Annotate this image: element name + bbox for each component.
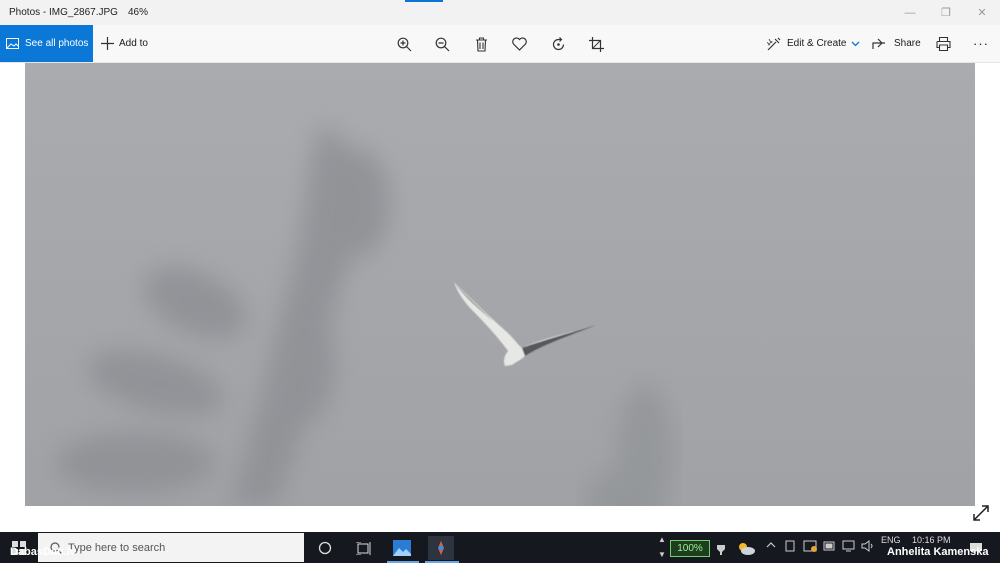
zoom-out-icon — [435, 37, 449, 51]
cortana-button[interactable] — [312, 536, 338, 560]
title-focus-indicator — [405, 0, 443, 2]
browser-app-icon — [438, 541, 444, 555]
taskbar-browser-app[interactable] — [428, 536, 454, 560]
favorite-button[interactable] — [509, 34, 529, 54]
share-label: Share — [894, 38, 921, 49]
tray-power-plug[interactable] — [708, 536, 734, 560]
minimize-button[interactable]: — — [892, 0, 928, 25]
language-indicator[interactable]: ENG — [881, 535, 901, 545]
rotate-icon — [552, 36, 564, 50]
close-button[interactable]: ✕ — [964, 0, 1000, 25]
print-button[interactable] — [933, 34, 953, 54]
zoom-out-button[interactable] — [432, 34, 452, 54]
photos-app-icon — [393, 540, 411, 556]
search-placeholder: Type here to search — [68, 541, 166, 554]
photos-icon — [6, 38, 19, 49]
chevron-up-icon — [766, 542, 776, 548]
network-icon — [842, 540, 855, 552]
more-options-button[interactable]: ··· — [973, 25, 989, 62]
chevron-down-icon — [852, 41, 860, 46]
expand-icon[interactable] — [972, 504, 990, 522]
watermark-site: DabasDati.lv — [10, 546, 77, 558]
window-title-text: Photos - IMG_2867.JPG — [9, 7, 118, 18]
window-title: Photos - IMG_2867.JPG 46% — [9, 7, 148, 18]
volume-icon — [861, 540, 873, 552]
edit-create-icon — [767, 37, 781, 50]
task-view-icon — [355, 541, 370, 555]
power-plug-icon — [717, 541, 725, 555]
tray-icon-1[interactable] — [785, 540, 795, 554]
tray-icon-2[interactable] — [803, 540, 817, 554]
taskbar: Type here to search ▲ ▼ 100% ENG 10:16 P… — [0, 532, 1000, 563]
tray-scroll[interactable]: ▲ ▼ — [656, 532, 668, 563]
add-to-button[interactable]: Add to — [101, 25, 148, 62]
see-all-photos-button[interactable]: See all photos — [0, 25, 93, 62]
app-toolbar: See all photos Add to Edit & Create Shar… — [0, 25, 1000, 63]
task-view-button[interactable] — [350, 536, 376, 560]
taskbar-photos-app[interactable] — [389, 536, 415, 560]
window-zoom-level: 46% — [127, 7, 148, 18]
battery-icon — [823, 541, 835, 551]
tray-overflow-chevron[interactable] — [766, 540, 776, 550]
see-all-photos-label: See all photos — [25, 38, 89, 49]
zoom-in-icon — [397, 37, 411, 51]
share-button[interactable]: Share — [872, 25, 921, 62]
tray-volume[interactable] — [861, 540, 874, 554]
photo-viewer[interactable] — [25, 63, 975, 506]
cortana-icon — [318, 541, 332, 555]
taskbar-search-box[interactable]: Type here to search — [38, 533, 304, 562]
tray-icon-4[interactable] — [842, 540, 855, 554]
tray-weather[interactable] — [733, 536, 759, 560]
photo-image — [25, 63, 975, 506]
print-icon — [935, 37, 951, 51]
delete-button[interactable] — [471, 34, 491, 54]
edit-create-button[interactable]: Edit & Create — [767, 25, 860, 62]
plus-icon — [101, 37, 114, 50]
share-icon — [872, 38, 885, 49]
edit-create-label: Edit & Create — [787, 38, 847, 49]
weather-icon — [739, 543, 755, 555]
rotate-button[interactable] — [548, 34, 568, 54]
crop-icon — [588, 36, 604, 52]
zoom-in-button[interactable] — [394, 34, 414, 54]
add-to-label: Add to — [119, 38, 148, 49]
favorite-icon — [511, 37, 527, 51]
crop-button[interactable] — [586, 34, 606, 54]
tray-icon-3[interactable] — [823, 540, 836, 554]
delete-icon — [475, 36, 487, 52]
notification-app-icon — [803, 540, 817, 552]
maximize-button[interactable]: ❐ — [928, 0, 964, 25]
device-icon — [785, 540, 795, 552]
watermark-author: Anhelita Kamenska — [887, 546, 989, 558]
clock-time[interactable]: 10:16 PM — [912, 535, 951, 545]
zoom-badge: 100% — [670, 540, 710, 557]
title-bar: Photos - IMG_2867.JPG 46% — ❐ ✕ — [0, 0, 1000, 25]
